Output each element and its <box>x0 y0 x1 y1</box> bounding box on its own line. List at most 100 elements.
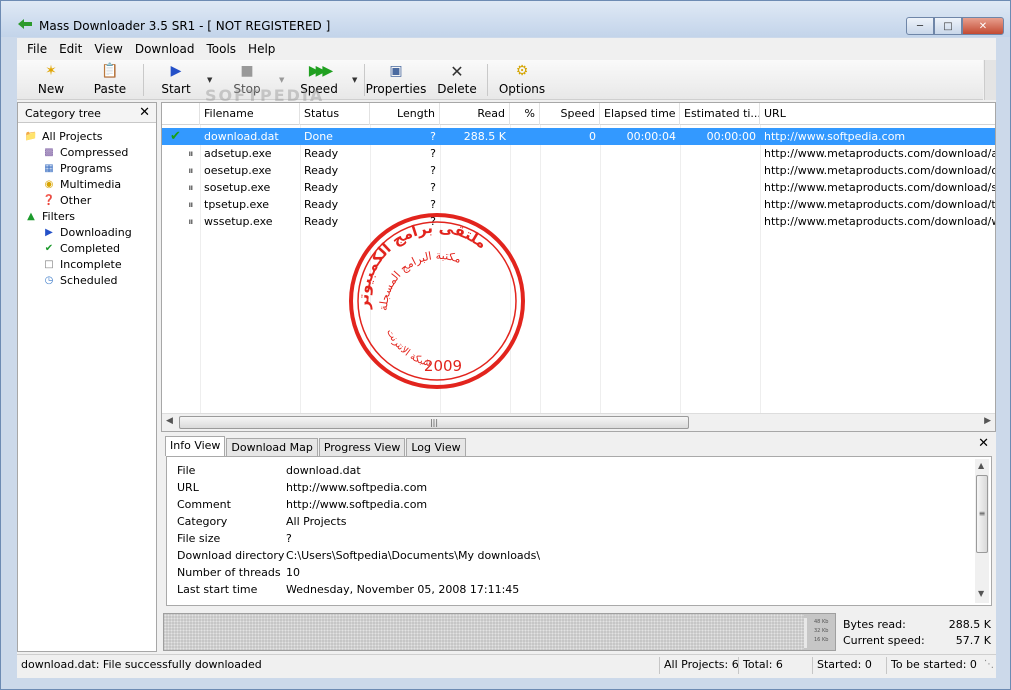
scroll-down-icon[interactable]: ▼ <box>978 589 984 598</box>
row-status: Ready <box>304 164 339 177</box>
tree-item-programs[interactable]: ▦ Programs <box>42 161 112 176</box>
archive-icon: ▩ <box>44 147 54 158</box>
tab-download-map[interactable]: Download Map <box>226 438 318 456</box>
column-estimated-time[interactable]: Estimated ti... <box>680 103 760 125</box>
menu-view[interactable]: View <box>88 42 128 56</box>
minimize-button[interactable]: ─ <box>906 17 934 35</box>
tree-item-all-projects[interactable]: 📁 All Projects <box>24 129 103 144</box>
start-button[interactable]: ▶ Start <box>159 62 193 98</box>
delete-button[interactable]: ✕ Delete <box>437 62 477 98</box>
row-length: ? <box>430 181 436 194</box>
tree-item-scheduled[interactable]: ◷ Scheduled <box>42 273 118 288</box>
vertical-scrollbar[interactable]: ▲ ≡ ▼ <box>975 459 989 603</box>
properties-button[interactable]: ▣ Properties <box>366 62 427 98</box>
row-url: http://www.metaproducts.com/download/tps… <box>764 198 995 211</box>
close-icon[interactable]: ✕ <box>139 105 150 120</box>
menu-file[interactable]: File <box>21 42 53 56</box>
row-percent <box>510 128 540 145</box>
column-url[interactable]: URL <box>760 103 995 125</box>
tab-progress-view[interactable]: Progress View <box>318 438 406 456</box>
tree-item-compressed[interactable]: ▩ Compressed <box>42 145 128 160</box>
info-row: Last start time Wednesday, November 05, 2… <box>177 583 520 596</box>
stop-dropdown-icon[interactable]: ▼ <box>279 76 284 84</box>
tree-item-multimedia[interactable]: ◉ Multimedia <box>42 177 122 192</box>
menu-download[interactable]: Download <box>129 42 201 56</box>
title-bar[interactable]: Mass Downloader 3.5 SR1 - [ NOT REGISTER… <box>1 1 1010 37</box>
current-speed: Current speed: 57.7 K <box>843 634 991 647</box>
category-tree-header: Category tree ✕ <box>18 103 156 123</box>
column-length[interactable]: Length <box>370 103 440 125</box>
horizontal-scrollbar[interactable]: ◀ ||| ▶ <box>162 413 995 431</box>
bytes-read: Bytes read: 288.5 K <box>843 618 991 631</box>
stop-icon: ■ <box>240 63 254 79</box>
table-row[interactable]: ⏸ tpsetup.exe Ready ? http://www.metapro… <box>162 196 995 213</box>
table-row[interactable]: ✔ download.dat Done ? 288.5 K 0 00:00:04… <box>162 128 995 145</box>
column-header: Filename Status Length Read % Speed Elap… <box>162 103 995 125</box>
row-status: Ready <box>304 147 339 160</box>
program-icon: ▦ <box>44 163 54 174</box>
stamp-text-inner: مكتبة البرامج المسجلة <box>377 249 463 311</box>
table-row[interactable]: ⏸ wssetup.exe Ready ? http://www.metapro… <box>162 213 995 230</box>
tab-log-view[interactable]: Log View <box>406 438 466 456</box>
info-row: Number of threads 10 <box>177 566 300 579</box>
column-status[interactable]: Status <box>300 103 370 125</box>
table-row[interactable]: ⏸ adsetup.exe Ready ? http://www.metapro… <box>162 145 995 162</box>
speed-dropdown-icon[interactable]: ▼ <box>352 76 357 84</box>
menu-bar: File Edit View Download Tools Help <box>17 38 996 60</box>
scroll-left-icon[interactable]: ◀ <box>166 416 173 426</box>
tree-item-downloading[interactable]: ▶ Downloading <box>42 225 132 240</box>
status-all-projects: All Projects: 6 <box>659 657 739 674</box>
new-button[interactable]: ✶ New <box>37 62 65 98</box>
column-read[interactable]: Read <box>440 103 510 125</box>
paste-button[interactable]: 📋 Paste <box>93 62 127 98</box>
paste-icon: 📋 <box>101 63 119 79</box>
toolbar: ✶ New 📋 Paste ▶ Start ▼ ■ Stop ▼ ▶▶▶ Spe… <box>17 60 983 105</box>
scheduled-icon: ◷ <box>44 275 54 286</box>
table-row[interactable]: ⏸ sosetup.exe Ready ? http://www.metapro… <box>162 179 995 196</box>
table-row[interactable]: ⏸ oesetup.exe Ready ? http://www.metapro… <box>162 162 995 179</box>
row-status: Ready <box>304 181 339 194</box>
row-url: http://www.metaproducts.com/download/wss… <box>764 215 995 228</box>
tree-item-incomplete[interactable]: □ Incomplete <box>42 257 121 272</box>
row-length: ? <box>430 147 436 160</box>
status-total: Total: 6 <box>738 657 810 674</box>
tree-item-filters[interactable]: ▲ Filters <box>24 209 75 224</box>
tree-item-other[interactable]: ❓ Other <box>42 193 91 208</box>
close-icon[interactable]: ✕ <box>978 436 989 451</box>
column-filename[interactable]: Filename <box>200 103 300 125</box>
row-filename: wssetup.exe <box>204 215 273 228</box>
status-started: Started: 0 <box>812 657 884 674</box>
pause-icon: ⏸ <box>188 215 194 228</box>
column-elapsed-time[interactable]: Elapsed time <box>600 103 680 125</box>
scroll-up-icon[interactable]: ▲ <box>978 461 984 470</box>
multimedia-icon: ◉ <box>44 179 54 190</box>
info-row: Comment http://www.softpedia.com <box>177 498 428 511</box>
column-icon[interactable] <box>162 103 200 125</box>
play-icon: ▶ <box>170 63 182 79</box>
options-button[interactable]: ⚙ Options <box>499 62 545 98</box>
row-filename: oesetup.exe <box>204 164 272 177</box>
column-speed[interactable]: Speed <box>540 103 600 125</box>
info-row: File download.dat <box>177 464 361 477</box>
tree-item-completed[interactable]: ✔ Completed <box>42 241 120 256</box>
tab-info-view[interactable]: Info View <box>165 436 226 456</box>
start-dropdown-icon[interactable]: ▼ <box>207 76 212 84</box>
scroll-thumb[interactable]: ≡ <box>976 475 988 553</box>
menu-edit[interactable]: Edit <box>53 42 88 56</box>
toolbar-scroll[interactable] <box>984 60 996 100</box>
maximize-button[interactable]: □ <box>934 17 962 35</box>
menu-tools[interactable]: Tools <box>200 42 242 56</box>
resize-grip-icon[interactable]: ⋱ <box>984 659 994 670</box>
info-row: File size? <box>177 532 292 545</box>
scroll-thumb[interactable]: ||| <box>179 416 689 429</box>
row-length: ? <box>430 164 436 177</box>
maximize-icon: □ <box>943 20 953 32</box>
column-percent[interactable]: % <box>510 103 540 125</box>
row-read: 288.5 K <box>463 130 506 143</box>
scroll-right-icon[interactable]: ▶ <box>984 416 991 426</box>
stamp-seal: ملتقى برامج الكمبيوتر مكتبة البرامج المس… <box>349 213 525 389</box>
menu-help[interactable]: Help <box>242 42 281 56</box>
close-button[interactable]: ✕ <box>962 17 1004 35</box>
properties-icon: ▣ <box>389 63 403 79</box>
info-row: URL http://www.softpedia.com <box>177 481 428 494</box>
